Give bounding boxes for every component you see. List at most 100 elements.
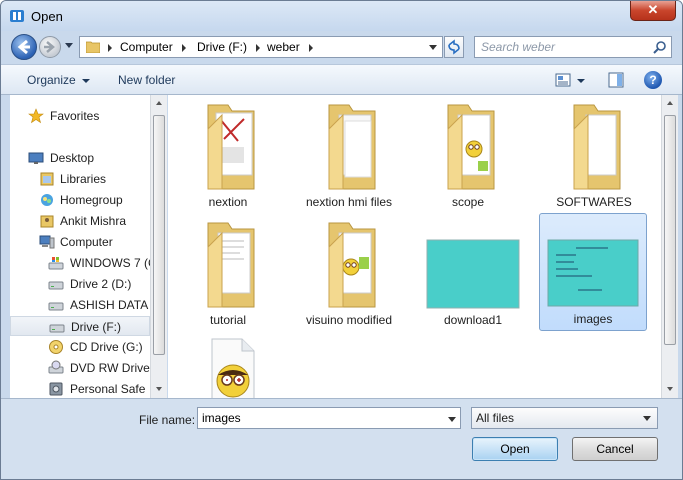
preview-pane-icon[interactable] bbox=[608, 72, 624, 88]
scroll-up-arrow[interactable] bbox=[156, 101, 162, 105]
sidebar-item-label: Desktop bbox=[50, 151, 95, 165]
refresh-button[interactable] bbox=[444, 36, 464, 58]
file-name: visuino modified bbox=[305, 313, 393, 327]
open-dialog: Open ✕ Computer Drive (F:) weber Search … bbox=[0, 0, 683, 480]
file-name-input[interactable] bbox=[197, 407, 461, 429]
cancel-button[interactable]: Cancel bbox=[572, 437, 658, 461]
change-view-icon[interactable] bbox=[555, 73, 571, 87]
sidebar-item-label: DVD RW Drive ( bbox=[70, 361, 150, 375]
organize-label: Organize bbox=[27, 73, 76, 87]
breadcrumb-separator[interactable] bbox=[309, 44, 313, 52]
close-button[interactable]: ✕ bbox=[630, 1, 676, 21]
search-input[interactable]: Search weber bbox=[474, 36, 672, 58]
file-item-scope[interactable]: scope bbox=[414, 95, 522, 213]
file-item-download1[interactable]: download1 bbox=[419, 213, 527, 331]
file-name-label: File name: bbox=[139, 413, 196, 427]
file-item-visuino-file[interactable] bbox=[174, 331, 282, 398]
breadcrumb-drive-f[interactable]: Drive (F:) bbox=[197, 40, 247, 54]
file-item-nextion[interactable]: nextion bbox=[174, 95, 282, 213]
breadcrumb-separator[interactable] bbox=[108, 44, 112, 52]
forward-arrow-icon bbox=[44, 41, 55, 53]
view-options-dropdown[interactable] bbox=[577, 79, 585, 83]
sidebar-item-computer[interactable]: Computer bbox=[10, 232, 150, 252]
library-icon bbox=[40, 172, 54, 186]
file-name: nextion bbox=[208, 195, 248, 209]
visuino-file-icon bbox=[211, 338, 255, 398]
title-bar[interactable]: Open ✕ bbox=[1, 1, 682, 31]
sidebar-item-homegroup[interactable]: Homegroup bbox=[10, 190, 150, 210]
sidebar-item-drive-2[interactable]: Drive 2 (D:) bbox=[10, 274, 150, 294]
sidebar-item-label: Computer bbox=[60, 235, 113, 249]
close-icon: ✕ bbox=[647, 2, 659, 17]
sidebar-item-label: ASHISH DATA bbox=[70, 298, 149, 312]
sidebar-item-personal-safe[interactable]: Personal Safe bbox=[10, 379, 150, 398]
desktop-icon bbox=[28, 152, 44, 164]
recent-locations-dropdown[interactable] bbox=[65, 43, 73, 48]
scroll-up-arrow[interactable] bbox=[667, 101, 673, 105]
sidebar-item-label: Ankit Mishra bbox=[60, 214, 127, 228]
sidebar-item-ankit-mishra[interactable]: Ankit Mishra bbox=[10, 211, 150, 231]
safe-icon bbox=[49, 382, 63, 396]
sidebar-item-label: CD Drive (G:) bbox=[70, 340, 143, 354]
dvd-icon bbox=[48, 360, 64, 374]
homegroup-icon bbox=[41, 194, 53, 206]
forward-button[interactable] bbox=[39, 36, 61, 58]
breadcrumb-weber[interactable]: weber bbox=[267, 40, 300, 54]
file-list: nextion nextion hmi files scope SOFTWARE… bbox=[168, 95, 661, 398]
file-item-nextion-hmi-files[interactable]: nextion hmi files bbox=[295, 95, 403, 213]
folder-icon bbox=[328, 222, 376, 308]
user-folder-icon bbox=[40, 215, 54, 228]
file-list-scrollbar[interactable] bbox=[661, 95, 678, 398]
address-history-dropdown[interactable] bbox=[429, 45, 437, 50]
star-icon bbox=[28, 108, 44, 124]
search-icon bbox=[653, 41, 666, 54]
sidebar-item-libraries[interactable]: Libraries bbox=[10, 169, 150, 189]
file-name: SOFTWARES bbox=[556, 195, 632, 209]
image-thumbnail-icon bbox=[547, 239, 639, 307]
file-name: nextion hmi files bbox=[305, 195, 393, 209]
folder-icon bbox=[86, 41, 100, 53]
file-name: scope bbox=[451, 195, 485, 209]
computer-icon bbox=[39, 235, 55, 249]
chevron-down-icon bbox=[643, 416, 651, 421]
sidebar-item-dvd-rw-drive[interactable]: DVD RW Drive ( bbox=[10, 358, 150, 378]
sidebar-item-cd-drive[interactable]: CD Drive (G:) bbox=[10, 337, 150, 357]
sidebar-item-favorites[interactable]: Favorites bbox=[10, 106, 150, 126]
scroll-down-arrow[interactable] bbox=[667, 387, 673, 391]
navigation-scrollbar[interactable] bbox=[150, 95, 167, 398]
help-button[interactable]: ? bbox=[644, 71, 662, 89]
folder-icon bbox=[328, 104, 376, 190]
organize-menu[interactable]: Organize bbox=[27, 73, 90, 87]
windows-drive-icon bbox=[48, 257, 64, 270]
open-button[interactable]: Open bbox=[472, 437, 558, 461]
sidebar-item-label: Libraries bbox=[60, 172, 107, 186]
breadcrumb-separator[interactable] bbox=[182, 44, 186, 52]
scroll-thumb[interactable] bbox=[664, 115, 676, 345]
navigation-pane: Favorites Desktop Libraries Homegroup An… bbox=[10, 95, 150, 398]
new-folder-button[interactable]: New folder bbox=[118, 73, 175, 87]
file-item-images[interactable]: images bbox=[539, 213, 647, 331]
file-item-tutorial[interactable]: tutorial bbox=[174, 213, 282, 331]
folder-icon bbox=[447, 104, 495, 190]
folder-icon bbox=[573, 104, 621, 190]
breadcrumb-computer[interactable]: Computer bbox=[120, 40, 173, 54]
file-item-softwares[interactable]: SOFTWARES bbox=[540, 95, 648, 213]
breadcrumb-separator[interactable] bbox=[256, 44, 260, 52]
sidebar-item-label: Personal Safe bbox=[70, 382, 146, 396]
file-name: tutorial bbox=[209, 313, 247, 327]
file-type-select[interactable]: All files bbox=[471, 407, 658, 429]
back-button[interactable] bbox=[11, 34, 37, 60]
scroll-down-arrow[interactable] bbox=[156, 387, 162, 391]
sidebar-item-windows-7[interactable]: WINDOWS 7 (C bbox=[10, 253, 150, 273]
sidebar-item-drive-f[interactable]: Drive (F:) bbox=[10, 316, 150, 336]
sidebar-item-desktop[interactable]: Desktop bbox=[10, 148, 150, 168]
address-bar[interactable]: Computer Drive (F:) weber bbox=[79, 36, 443, 58]
folder-icon bbox=[207, 104, 255, 190]
sidebar-item-label: Homegroup bbox=[60, 193, 123, 207]
scroll-thumb[interactable] bbox=[153, 115, 165, 355]
sidebar-item-ashish-data[interactable]: ASHISH DATA bbox=[10, 295, 150, 315]
folder-icon bbox=[207, 222, 255, 308]
file-item-visuino-modified[interactable]: visuino modified bbox=[295, 213, 403, 331]
chevron-down-icon bbox=[81, 78, 90, 83]
file-name-dropdown[interactable] bbox=[448, 417, 456, 422]
